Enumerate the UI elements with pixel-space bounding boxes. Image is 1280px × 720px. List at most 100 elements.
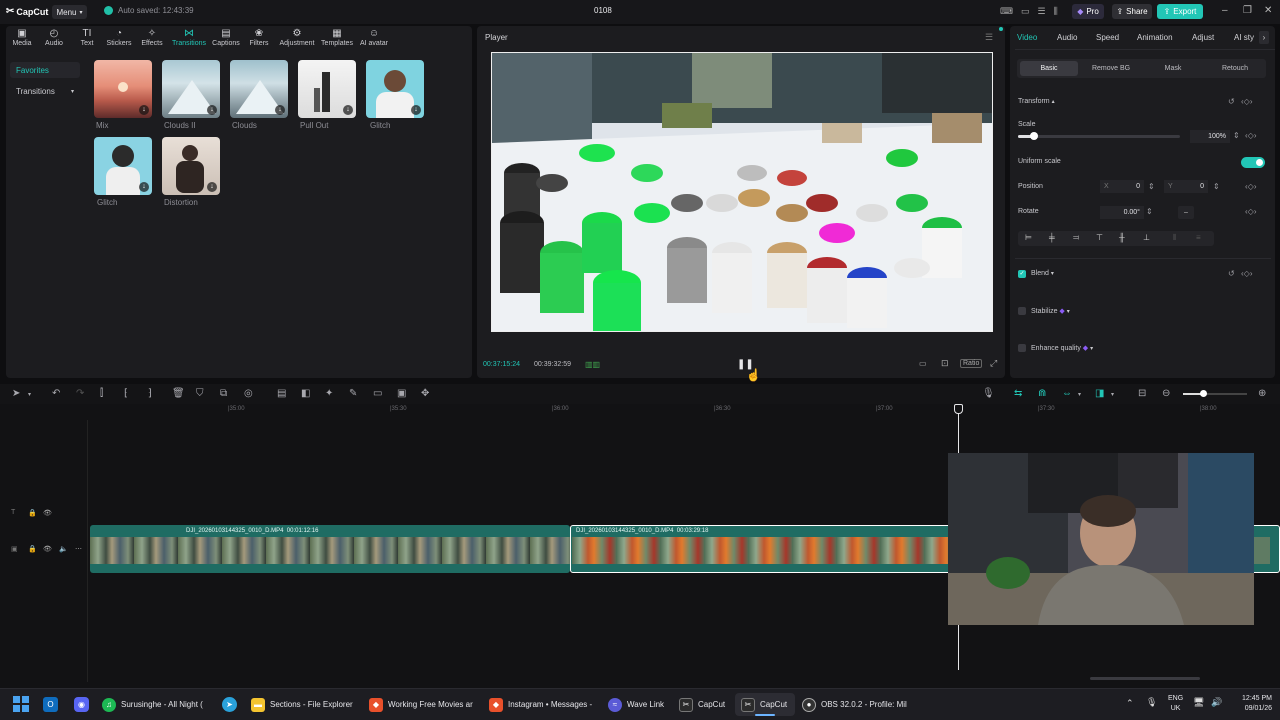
outlook-icon[interactable]: O [43,697,58,712]
toolbar-filters[interactable]: ❀ Filters [244,28,274,47]
transition-thumb-distortion[interactable]: ↓ [162,137,220,195]
redo-icon[interactable]: ↷ [76,388,84,399]
speed-icon[interactable]: ◎ [244,388,253,399]
rotate-field[interactable]: 0.00° [1100,206,1144,219]
stabilize-header[interactable]: Stabilize ◆ ▾ [1031,307,1070,315]
flip-button[interactable]: – [1178,206,1194,219]
expand-icon[interactable]: ⤢ [990,358,997,369]
video-preview[interactable] [491,52,993,332]
menu-button[interactable]: Menu ▾ [52,5,87,19]
reset-icon[interactable]: ↺ [1228,269,1235,278]
transition-thumb-glitch[interactable]: ↓ [366,60,424,118]
sidebar-item-transitions[interactable]: Transitions ▾ [10,83,80,99]
telegram-icon[interactable]: ➤ [222,697,237,712]
tab-audio[interactable]: Audio [1057,33,1077,42]
playhead-handle[interactable] [954,404,963,414]
toolbar-transitions[interactable]: ⋈ Transitions [171,28,207,47]
transition-thumb-clouds-ii[interactable]: ↓ [162,60,220,118]
link-icon[interactable]: ⇆ [1014,388,1022,399]
list-icon[interactable]: ☰ [1038,6,1046,17]
transition-thumb-clouds[interactable]: ↓ [230,60,288,118]
tab-ai-style[interactable]: AI sty [1234,33,1254,42]
toolbar-audio[interactable]: ◴ Audio [39,28,69,47]
blend-checkbox[interactable]: ✓ [1018,270,1026,278]
chevron-up-icon[interactable]: ⌃ [1126,698,1134,709]
align-top-icon[interactable]: ⊤ [1096,233,1103,242]
fullscreen-preview-icon[interactable]: ▭ [919,359,927,368]
chevron-down-icon[interactable]: ▾ [28,391,31,398]
eye-icon[interactable]: 👁 [43,509,52,517]
transition-thumb-mix[interactable]: ↓ [94,60,152,118]
keyframe-icon[interactable]: ‹◇› [1245,131,1256,140]
snap-icon[interactable]: ⇔ [1062,388,1072,399]
download-icon[interactable]: ↓ [411,105,421,115]
toolbar-media[interactable]: ▣ Media [7,28,37,47]
toolbar-effects[interactable]: ✧ Effects [137,28,167,47]
minimize-icon[interactable]: – [1222,5,1228,16]
position-x-field[interactable]: X0 [1100,180,1144,193]
windows-start-icon[interactable] [13,696,29,712]
sidebar-item-favorites[interactable]: Favorites [10,62,80,78]
align-bottom-icon[interactable]: ⊥ [1143,233,1150,242]
keyboard-icon[interactable]: ⌨ [1000,6,1013,17]
columns-icon[interactable]: ⫼ [1054,6,1058,17]
project-title[interactable]: 0108 [594,6,612,15]
align-left-icon[interactable]: ⊨ [1025,233,1032,242]
microphone-tray-icon[interactable]: 🎙 [1146,697,1157,708]
timeline-scrollbar[interactable] [1090,677,1200,680]
enhance-quality-checkbox[interactable] [1018,344,1026,352]
stepper-icon[interactable]: ⇕ [1146,207,1153,216]
zoom-in-icon[interactable]: ⊕ [1258,388,1266,399]
undo-icon[interactable]: ↶ [52,388,60,399]
microphone-icon[interactable]: 🎙 [982,388,995,399]
transform-header[interactable]: Transform ▴ [1018,98,1055,105]
close-icon[interactable]: ✕ [1264,5,1272,16]
download-icon[interactable]: ↓ [139,105,149,115]
ai-cutout-icon[interactable]: ✦ [325,388,333,399]
mirror-icon[interactable]: ◧ [301,388,310,399]
pro-button[interactable]: ◆ Pro [1072,4,1104,19]
delete-icon[interactable]: 🗑 [172,388,185,399]
toolbar-stickers[interactable]: ◔ Stickers [104,28,134,47]
clock[interactable]: 12:45 PM 09/01/26 [1232,694,1272,714]
discord-icon[interactable]: ◉ [74,697,89,712]
image-icon[interactable]: ▣ [397,388,406,399]
split-icon[interactable]: ⫿ [100,388,103,399]
eye-icon[interactable]: 👁 [43,545,52,553]
download-icon[interactable]: ↓ [343,105,353,115]
keyframe-icon[interactable]: ‹◇› [1245,207,1256,216]
subtab-remove-bg[interactable]: Remove BG [1082,61,1140,76]
zoom-slider[interactable] [1183,390,1247,397]
stabilize-checkbox[interactable] [1018,307,1026,315]
zoom-out-icon[interactable]: ⊖ [1162,388,1170,399]
taskbar-item-obs[interactable]: ● OBS 32.0.2 - Profile: Mil [802,696,907,713]
download-icon[interactable]: ↓ [139,182,149,192]
tab-adjust[interactable]: Adjust [1192,33,1214,42]
share-button[interactable]: ⇪ Share [1112,4,1152,19]
blend-header[interactable]: Blend ▾ [1031,270,1054,277]
scale-field[interactable]: 100% [1190,130,1230,143]
toolbar-adjustment[interactable]: ⚙ Adjustment [278,28,316,47]
align-center-h-icon[interactable]: ╪ [1049,233,1055,242]
stepper-icon[interactable]: ⇕ [1233,131,1240,140]
taskbar-item-brave-instagram[interactable]: ◆ Instagram • Messages - [489,696,592,713]
scale-slider[interactable] [1018,132,1180,140]
taskbar-item-spotify[interactable]: ♫ Surusinghe - All Night ( [102,696,203,713]
preview-axis-icon[interactable]: ◨ [1095,388,1104,399]
toolbar-text[interactable]: TI Text [72,28,102,47]
export-button[interactable]: ⇪ Export [1157,4,1203,19]
tab-animation[interactable]: Animation [1137,33,1173,42]
stepper-icon[interactable]: ⇕ [1148,182,1155,191]
chevron-right-icon[interactable]: › [1259,31,1269,44]
chevron-down-icon[interactable]: ▾ [1078,391,1081,398]
toolbar-templates[interactable]: ▦ Templates [320,28,354,47]
stepper-icon[interactable]: ⇕ [1213,182,1220,191]
volume-icon[interactable]: 🔊 [1211,697,1222,708]
audio-mute-icon[interactable]: 🔈 [59,545,68,553]
auto-reframe-icon[interactable]: ✥ [421,388,429,399]
lock-icon[interactable]: 🔒 [28,545,37,553]
keyframe-icon[interactable]: ‹◇› [1241,269,1252,278]
select-tool-icon[interactable]: ➤ [12,388,20,399]
enhance-quality-header[interactable]: Enhance quality ◆ ▾ [1031,344,1093,352]
network-icon[interactable]: 🖥 [1193,697,1204,708]
